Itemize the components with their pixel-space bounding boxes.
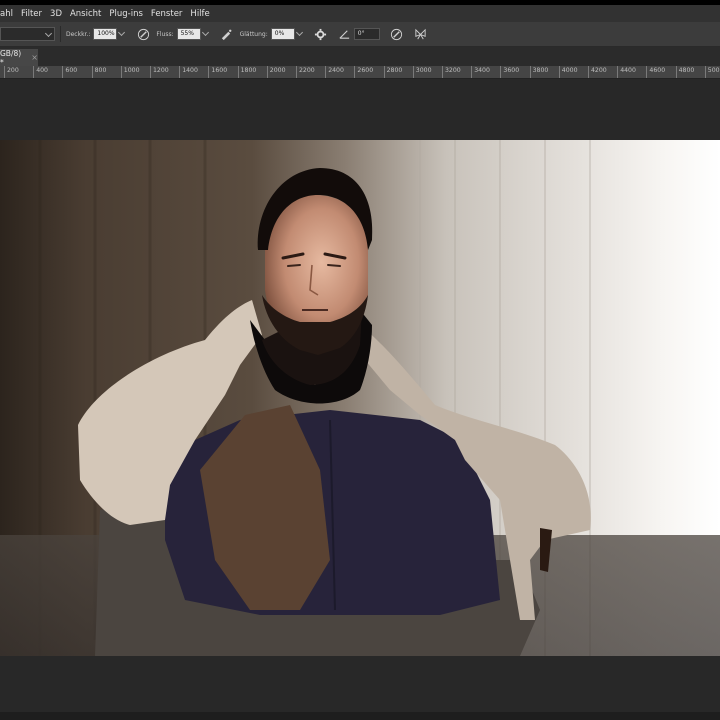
- ruler-tick-label: 4800: [675, 66, 694, 78]
- ruler-tick-label: 1800: [237, 66, 256, 78]
- flow-dropdown-arrow[interactable]: [201, 28, 211, 40]
- ruler-tick-label: 3600: [500, 66, 519, 78]
- ruler-tick-label: 4400: [617, 66, 636, 78]
- horizontal-ruler[interactable]: 200 400 600 800 1000 1200 1400 1600 1800 2000 2200…: [0, 66, 720, 79]
- ruler-tick-label: 2200: [296, 66, 315, 78]
- ruler-tick-label: 400: [33, 66, 48, 78]
- pen-pressure-size-icon[interactable]: [390, 27, 404, 41]
- menu-item-hilfe[interactable]: Hilfe: [186, 9, 213, 19]
- ruler-tick-label: 1200: [150, 66, 169, 78]
- close-icon[interactable]: ×: [31, 53, 38, 62]
- ruler-tick-label: 2800: [383, 66, 402, 78]
- ruler-tick-label: 3800: [529, 66, 548, 78]
- flow-input[interactable]: 55%: [176, 28, 201, 40]
- ruler-tick-label: 800: [91, 66, 106, 78]
- ruler-tick-label: 1400: [179, 66, 198, 78]
- ruler-tick-label: 2000: [266, 66, 286, 78]
- ruler-tick-label: 200: [4, 66, 19, 78]
- smoothing-label: Glättung:: [239, 30, 268, 38]
- opacity-dropdown-arrow[interactable]: [117, 28, 127, 40]
- tool-options-bar: Deckkr.: 100% Fluss: 55% Glättung: 0% 0°: [0, 22, 720, 47]
- ruler-tick-label: 2400: [325, 66, 344, 78]
- ruler-tick-label: 3200: [442, 66, 461, 78]
- angle-input[interactable]: 0°: [353, 28, 380, 40]
- ruler-tick-label: 4600: [646, 66, 665, 78]
- opacity-label: Deckkr.:: [66, 30, 91, 38]
- menu-item-plugins[interactable]: Plug-ins: [105, 9, 147, 19]
- menu-item-fenster[interactable]: Fenster: [147, 9, 187, 19]
- menu-item-ansicht[interactable]: Ansicht: [66, 9, 105, 19]
- butterfly-symmetry-icon[interactable]: [414, 27, 428, 41]
- ruler-tick-label: 2600: [354, 66, 373, 78]
- document-tab[interactable]: GB/8) * ×: [0, 48, 38, 67]
- menu-item-auswahl[interactable]: ahl: [0, 9, 17, 19]
- ruler-tick-label: 5000: [704, 66, 720, 78]
- flow-label: Fluss:: [156, 30, 174, 38]
- ruler-tick-label: 1000: [120, 66, 140, 78]
- airbrush-icon[interactable]: [220, 27, 234, 41]
- ruler-tick-label: 1600: [208, 66, 227, 78]
- digital-painting-portrait: [0, 140, 720, 656]
- opacity-input[interactable]: 100%: [93, 28, 118, 40]
- document-canvas[interactable]: [0, 140, 720, 656]
- angle-icon: [338, 27, 352, 41]
- options-separator: [60, 26, 61, 42]
- ruler-tick-label: 3000: [412, 66, 432, 78]
- menu-bar: ahl Filter 3D Ansicht Plug-ins Fenster H…: [0, 5, 720, 22]
- menu-item-3d[interactable]: 3D: [46, 9, 66, 19]
- ruler-tick-label: 4200: [588, 66, 607, 78]
- brush-mode-dropdown[interactable]: [0, 27, 55, 41]
- gear-icon[interactable]: [314, 27, 328, 41]
- document-tab-bar: GB/8) * ×: [0, 47, 720, 67]
- ruler-tick-label: 3400: [471, 66, 490, 78]
- smoothing-input[interactable]: 0%: [270, 28, 295, 40]
- pen-pressure-icon[interactable]: [136, 27, 150, 41]
- smoothing-dropdown-arrow[interactable]: [295, 28, 305, 40]
- ruler-tick-label: 4000: [558, 66, 578, 78]
- menu-item-filter[interactable]: Filter: [17, 9, 46, 19]
- status-strip: [0, 712, 720, 720]
- document-tab-title: GB/8) *: [0, 48, 22, 67]
- ruler-tick-label: 600: [62, 66, 77, 78]
